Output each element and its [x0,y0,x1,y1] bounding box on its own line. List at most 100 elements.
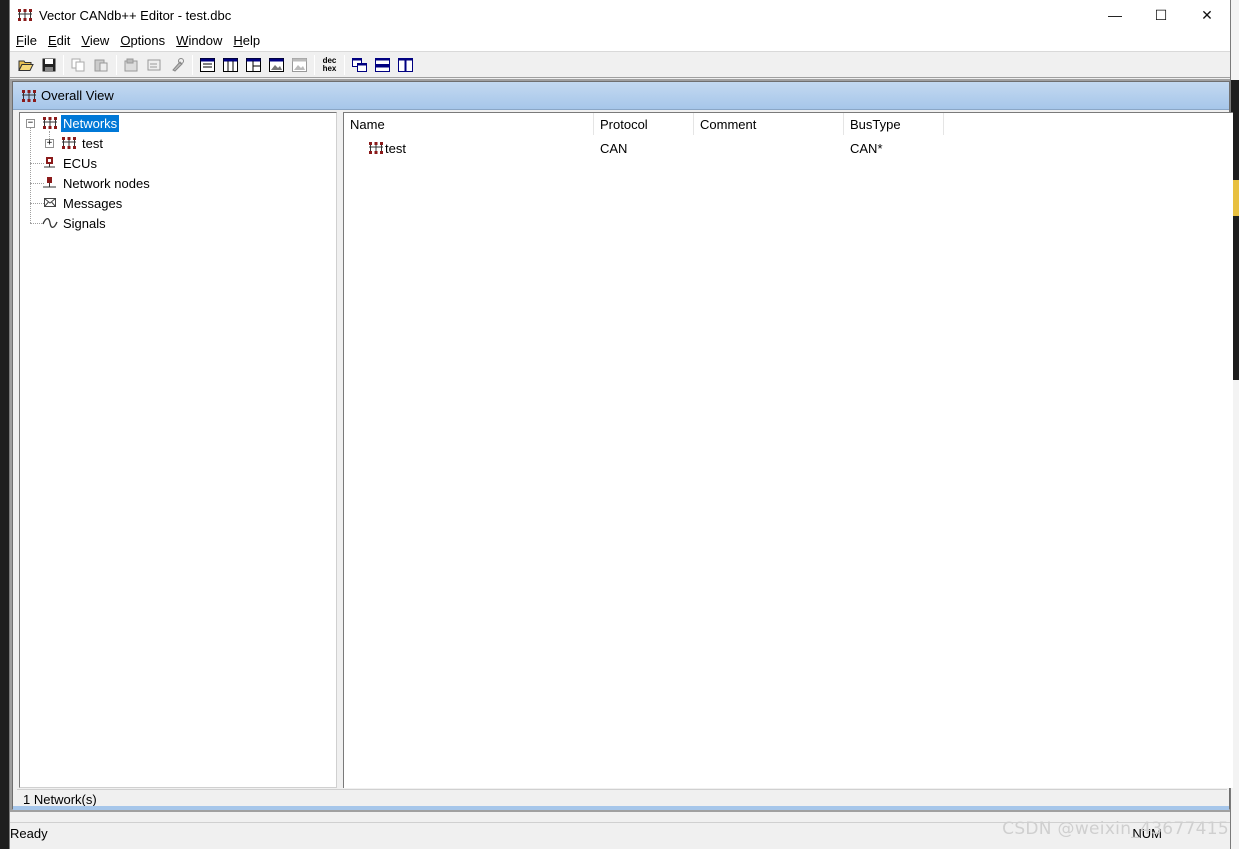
tree-item-label: Network nodes [63,175,150,191]
close-icon: ✕ [1201,6,1213,23]
paste-button[interactable] [90,54,113,76]
dec-hex-icon: dec hex [322,55,337,73]
app-network-icon [18,9,32,21]
status-ready: Ready [10,826,48,841]
view-image2-icon [292,57,307,72]
tree-item-signals[interactable]: Signals [42,214,108,232]
toolbar-separator [63,54,64,75]
column-header-name[interactable]: Name [344,113,594,135]
cascade-windows-button[interactable] [348,54,371,76]
tree-connector [30,127,31,223]
network-icon [43,117,57,129]
toolbar-separator [314,54,315,75]
tile-horizontal-icon [375,57,390,72]
tile-vertical-icon [398,57,413,72]
toolbar: dec hex [10,51,1230,78]
dec-hex-button[interactable]: dec hex [318,54,341,76]
envelope-icon [44,198,56,207]
signal-wave-icon [42,217,58,229]
tree-item-networks[interactable]: Networks [42,113,121,133]
tile-horizontal-button[interactable] [371,54,394,76]
edit-icon [147,59,161,70]
window-title: Vector CANdb++ Editor - test.dbc [39,7,232,23]
tree-item-ecus[interactable]: ECUs [42,154,99,172]
cell-bustype: CAN* [850,140,883,156]
view-list-icon [200,57,215,72]
watermark-text: CSDN @weixin_43677415 [1002,819,1229,839]
save-button[interactable] [37,54,60,76]
menu-bar: File Edit View Options Window Help [10,30,1230,51]
tree-expander-networks[interactable]: − [26,119,35,128]
save-icon [42,58,55,71]
view-details-icon [246,57,261,72]
mdi-client-area: Overall View − Networks + test ECUs Netw… [10,79,1233,812]
properties-button[interactable] [120,54,143,76]
child-window-bottom-border [13,806,1229,810]
properties-icon [124,58,138,71]
menu-file[interactable]: File [12,33,44,48]
maximize-button[interactable]: ☐ [1138,0,1184,30]
overall-view-icon [22,89,36,102]
tools-icon [172,57,184,72]
menu-view[interactable]: View [77,33,116,48]
minimize-icon: — [1108,7,1122,23]
tree-expander-test[interactable]: + [45,139,54,148]
tree-item-label: Networks [59,113,121,133]
cell-comment [694,139,844,157]
network-icon [62,137,76,149]
paste-icon [94,59,108,71]
tree-item-label: test [82,135,103,151]
tile-vertical-button[interactable] [394,54,417,76]
child-window-caption[interactable]: Overall View [13,82,1229,110]
title-bar[interactable]: Vector CANdb++ Editor - test.dbc — ☐ ✕ [10,0,1230,30]
cell-protocol: CAN [600,140,628,156]
toolbar-separator [116,54,117,75]
open-button[interactable] [14,54,37,76]
tree-item-label: Signals [63,215,106,231]
tree-item-label: Messages [63,195,123,211]
menu-edit[interactable]: Edit [44,33,77,48]
tree-item-messages[interactable]: Messages [42,194,124,212]
column-header-protocol[interactable]: Protocol [594,113,694,135]
view-details-button[interactable] [242,54,265,76]
close-button[interactable]: ✕ [1184,0,1230,30]
details-list-view[interactable]: Name Protocol Comment BusType test CAN C… [343,112,1233,788]
column-header-comment[interactable]: Comment [694,113,844,135]
tree-item-network-nodes[interactable]: Network nodes [42,174,152,192]
cell-name-text: test [385,140,406,156]
tree-view[interactable]: − Networks + test ECUs Network nodes Mes… [19,112,337,788]
view-image-button[interactable] [265,54,288,76]
menu-window[interactable]: Window [172,33,229,48]
view-columns-icon [223,57,238,72]
desktop-background-left [0,0,9,849]
tree-item-test[interactable]: test [61,134,105,152]
open-folder-icon [17,60,34,71]
menu-help[interactable]: Help [229,33,267,48]
toolbar-separator [192,54,193,75]
view-image2-button[interactable] [288,54,311,76]
tree-item-label: ECUs [63,155,97,171]
network-icon [369,142,383,154]
ecu-icon [44,157,55,168]
copy-icon [71,58,85,71]
menu-options[interactable]: Options [116,33,172,48]
minimize-button[interactable]: — [1092,0,1138,30]
view-columns-button[interactable] [219,54,242,76]
app-window: Vector CANdb++ Editor - test.dbc — ☐ ✕ F… [9,0,1233,849]
split-panes: − Networks + test ECUs Network nodes Mes… [19,112,1233,788]
node-icon [43,177,56,188]
cell-name: test [344,139,594,157]
view-image-icon [269,57,284,72]
view-list-button[interactable] [196,54,219,76]
cascade-windows-icon [352,57,367,72]
edit-button[interactable] [143,54,166,76]
tools-button[interactable] [166,54,189,76]
toolbar-separator [344,54,345,75]
maximize-icon: ☐ [1154,6,1168,23]
child-window-title: Overall View [41,88,114,103]
list-header: Name Protocol Comment BusType [344,113,944,135]
table-row[interactable]: test CAN CAN* [344,139,944,157]
overall-view-window: Overall View − Networks + test ECUs Netw… [12,81,1233,810]
copy-button[interactable] [67,54,90,76]
column-header-bustype[interactable]: BusType [844,113,944,135]
